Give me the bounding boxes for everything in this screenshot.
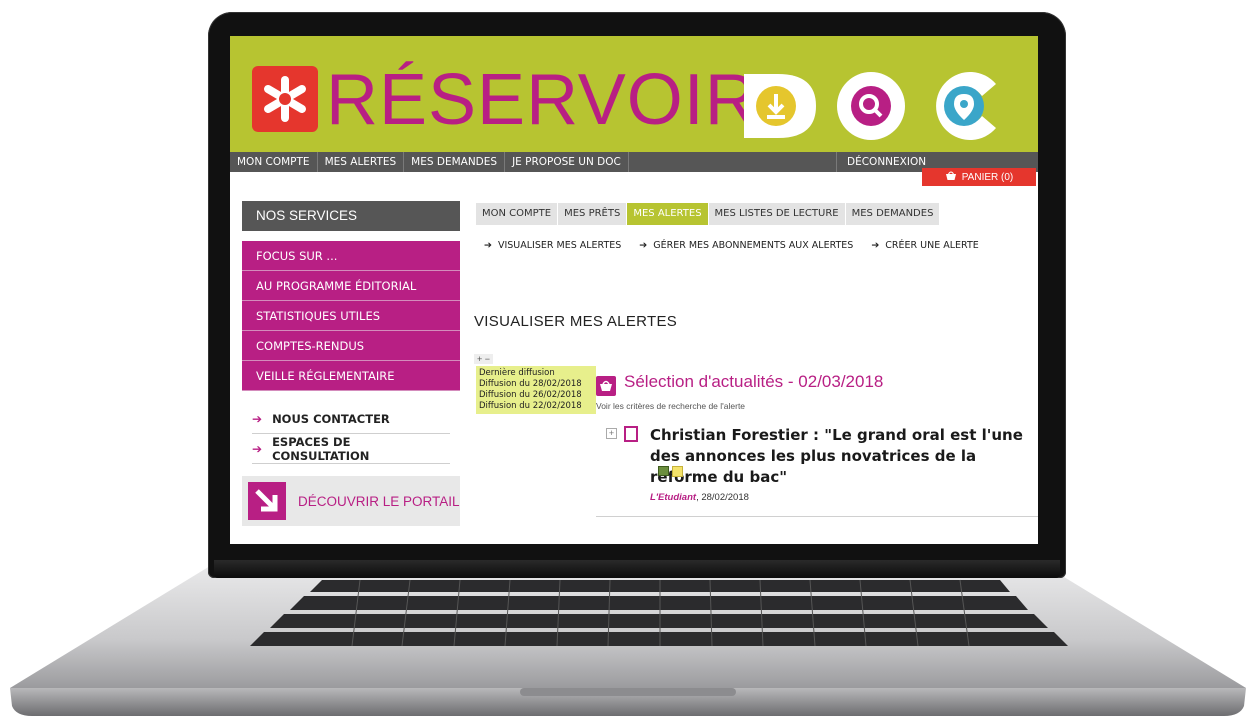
laptop-base: [10, 566, 1246, 716]
diffusion-item[interactable]: Diffusion du 26/02/2018: [479, 390, 593, 401]
arrow-right-icon: ➔: [252, 441, 263, 456]
consultation-link[interactable]: ➔ ESPACES DE CONSULTATION: [252, 434, 450, 464]
topnav-mes-alertes[interactable]: MES ALERTES: [318, 152, 405, 172]
tab-mon-compte[interactable]: MON COMPTE: [476, 203, 559, 225]
topnav-mon-compte[interactable]: MON COMPTE: [230, 152, 318, 172]
subnav-creer[interactable]: ➔ CRÉER UNE ALERTE: [871, 240, 978, 251]
article-source: L'Etudiant, 28/02/2018: [650, 492, 749, 503]
subnav-visualiser-label: VISUALISER MES ALERTES: [497, 240, 622, 251]
page-title: VISUALISER MES ALERTES: [474, 313, 678, 330]
laptop-mockup: RÉSERVOIR MON COMPTE MES ALERTES MES DEM…: [0, 0, 1256, 726]
selection-title: Sélection d'actualités - 02/03/2018: [624, 372, 884, 391]
diagonal-arrow-icon: [248, 482, 286, 520]
arrow-right-icon: ➔: [639, 240, 648, 251]
doc-logo: [738, 70, 1004, 142]
sidebar-heading: NOS SERVICES: [242, 201, 460, 231]
sidebar-item-statistiques[interactable]: STATISTIQUES UTILES: [242, 301, 460, 331]
basket-icon: [596, 376, 616, 396]
expand-article-icon[interactable]: +: [606, 428, 617, 439]
article-actions: [658, 466, 683, 477]
download-icon: [738, 70, 824, 142]
subnav-gerer-label: GÉRER MES ABONNEMENTS AUX ALERTES: [653, 240, 854, 251]
sidebar-menu: FOCUS SUR ... AU PROGRAMME ÉDITORIAL STA…: [242, 241, 460, 391]
diffusion-item[interactable]: Diffusion du 28/02/2018: [479, 379, 593, 390]
diffusion-list: Dernière diffusion Diffusion du 28/02/20…: [476, 366, 596, 414]
site-title[interactable]: RÉSERVOIR: [326, 58, 758, 142]
cart-icon: [945, 171, 957, 184]
arrow-right-icon: ➔: [252, 411, 263, 426]
tab-mes-demandes[interactable]: MES DEMANDES: [845, 203, 941, 225]
diffusion-item[interactable]: Diffusion du 22/02/2018: [479, 401, 593, 412]
top-navigation: MON COMPTE MES ALERTES MES DEMANDES JE P…: [230, 152, 1038, 172]
sidebar-item-focus[interactable]: FOCUS SUR ...: [242, 241, 460, 271]
subnav-gerer[interactable]: ➔ GÉRER MES ABONNEMENTS AUX ALERTES: [639, 240, 853, 251]
arrow-right-icon: ➔: [871, 240, 880, 251]
discover-portal-button[interactable]: DÉCOUVRIR LE PORTAIL: [242, 476, 460, 526]
location-pin-icon: [918, 70, 1004, 142]
topnav-je-propose[interactable]: JE PROPOSE UN DOC: [505, 152, 629, 172]
discover-label: DÉCOUVRIR LE PORTAIL: [298, 493, 460, 509]
divider: [596, 516, 1038, 517]
sidebar-links: ➔ NOUS CONTACTER ➔ ESPACES DE CONSULTATI…: [252, 404, 450, 464]
arrow-right-icon: ➔: [484, 240, 492, 251]
account-tabs: MON COMPTE MES PRÊTS MES ALERTES MES LIS…: [476, 203, 941, 225]
source-name[interactable]: L'Etudiant: [650, 492, 696, 503]
contact-label: NOUS CONTACTER: [272, 411, 390, 426]
cart-label: PANIER (0): [961, 171, 1014, 183]
document-icon: [624, 426, 638, 442]
diffusion-item[interactable]: Dernière diffusion: [479, 368, 593, 379]
laptop-hinge: [214, 560, 1060, 578]
note-icon[interactable]: [672, 466, 683, 477]
source-date: , 28/02/2018: [696, 492, 749, 503]
alerts-subnav: ➔ VISUALISER MES ALERTES ➔ GÉRER MES ABO…: [484, 240, 979, 251]
search-icon: [828, 70, 914, 142]
criteria-link[interactable]: Voir les critères de recherche de l'aler…: [596, 401, 745, 411]
header-banner: RÉSERVOIR: [230, 36, 1038, 152]
sidebar-item-comptes-rendus[interactable]: COMPTES-RENDUS: [242, 331, 460, 361]
topnav-mes-demandes[interactable]: MES DEMANDES: [404, 152, 506, 172]
consultation-label: ESPACES DE CONSULTATION: [272, 434, 370, 463]
cart-button[interactable]: PANIER (0): [922, 168, 1036, 186]
sidebar-item-veille[interactable]: VEILLE RÉGLEMENTAIRE: [242, 361, 460, 391]
sidebar-item-programme[interactable]: AU PROGRAMME ÉDITORIAL: [242, 271, 460, 301]
expand-collapse-toggle[interactable]: + −: [474, 354, 494, 364]
screen: RÉSERVOIR MON COMPTE MES ALERTES MES DEM…: [230, 36, 1038, 544]
tab-mes-alertes[interactable]: MES ALERTES: [627, 203, 709, 225]
subnav-visualiser[interactable]: ➔ VISUALISER MES ALERTES: [484, 240, 621, 251]
image-icon[interactable]: [658, 466, 669, 476]
subnav-creer-label: CRÉER UNE ALERTE: [885, 240, 979, 251]
article-title[interactable]: Christian Forestier : "Le grand oral est…: [650, 425, 1038, 488]
logo-asterisk-icon[interactable]: [252, 66, 318, 132]
tab-mes-prets[interactable]: MES PRÊTS: [558, 203, 628, 225]
tab-listes-lecture[interactable]: MES LISTES DE LECTURE: [708, 203, 846, 225]
contact-link[interactable]: ➔ NOUS CONTACTER: [252, 404, 450, 434]
